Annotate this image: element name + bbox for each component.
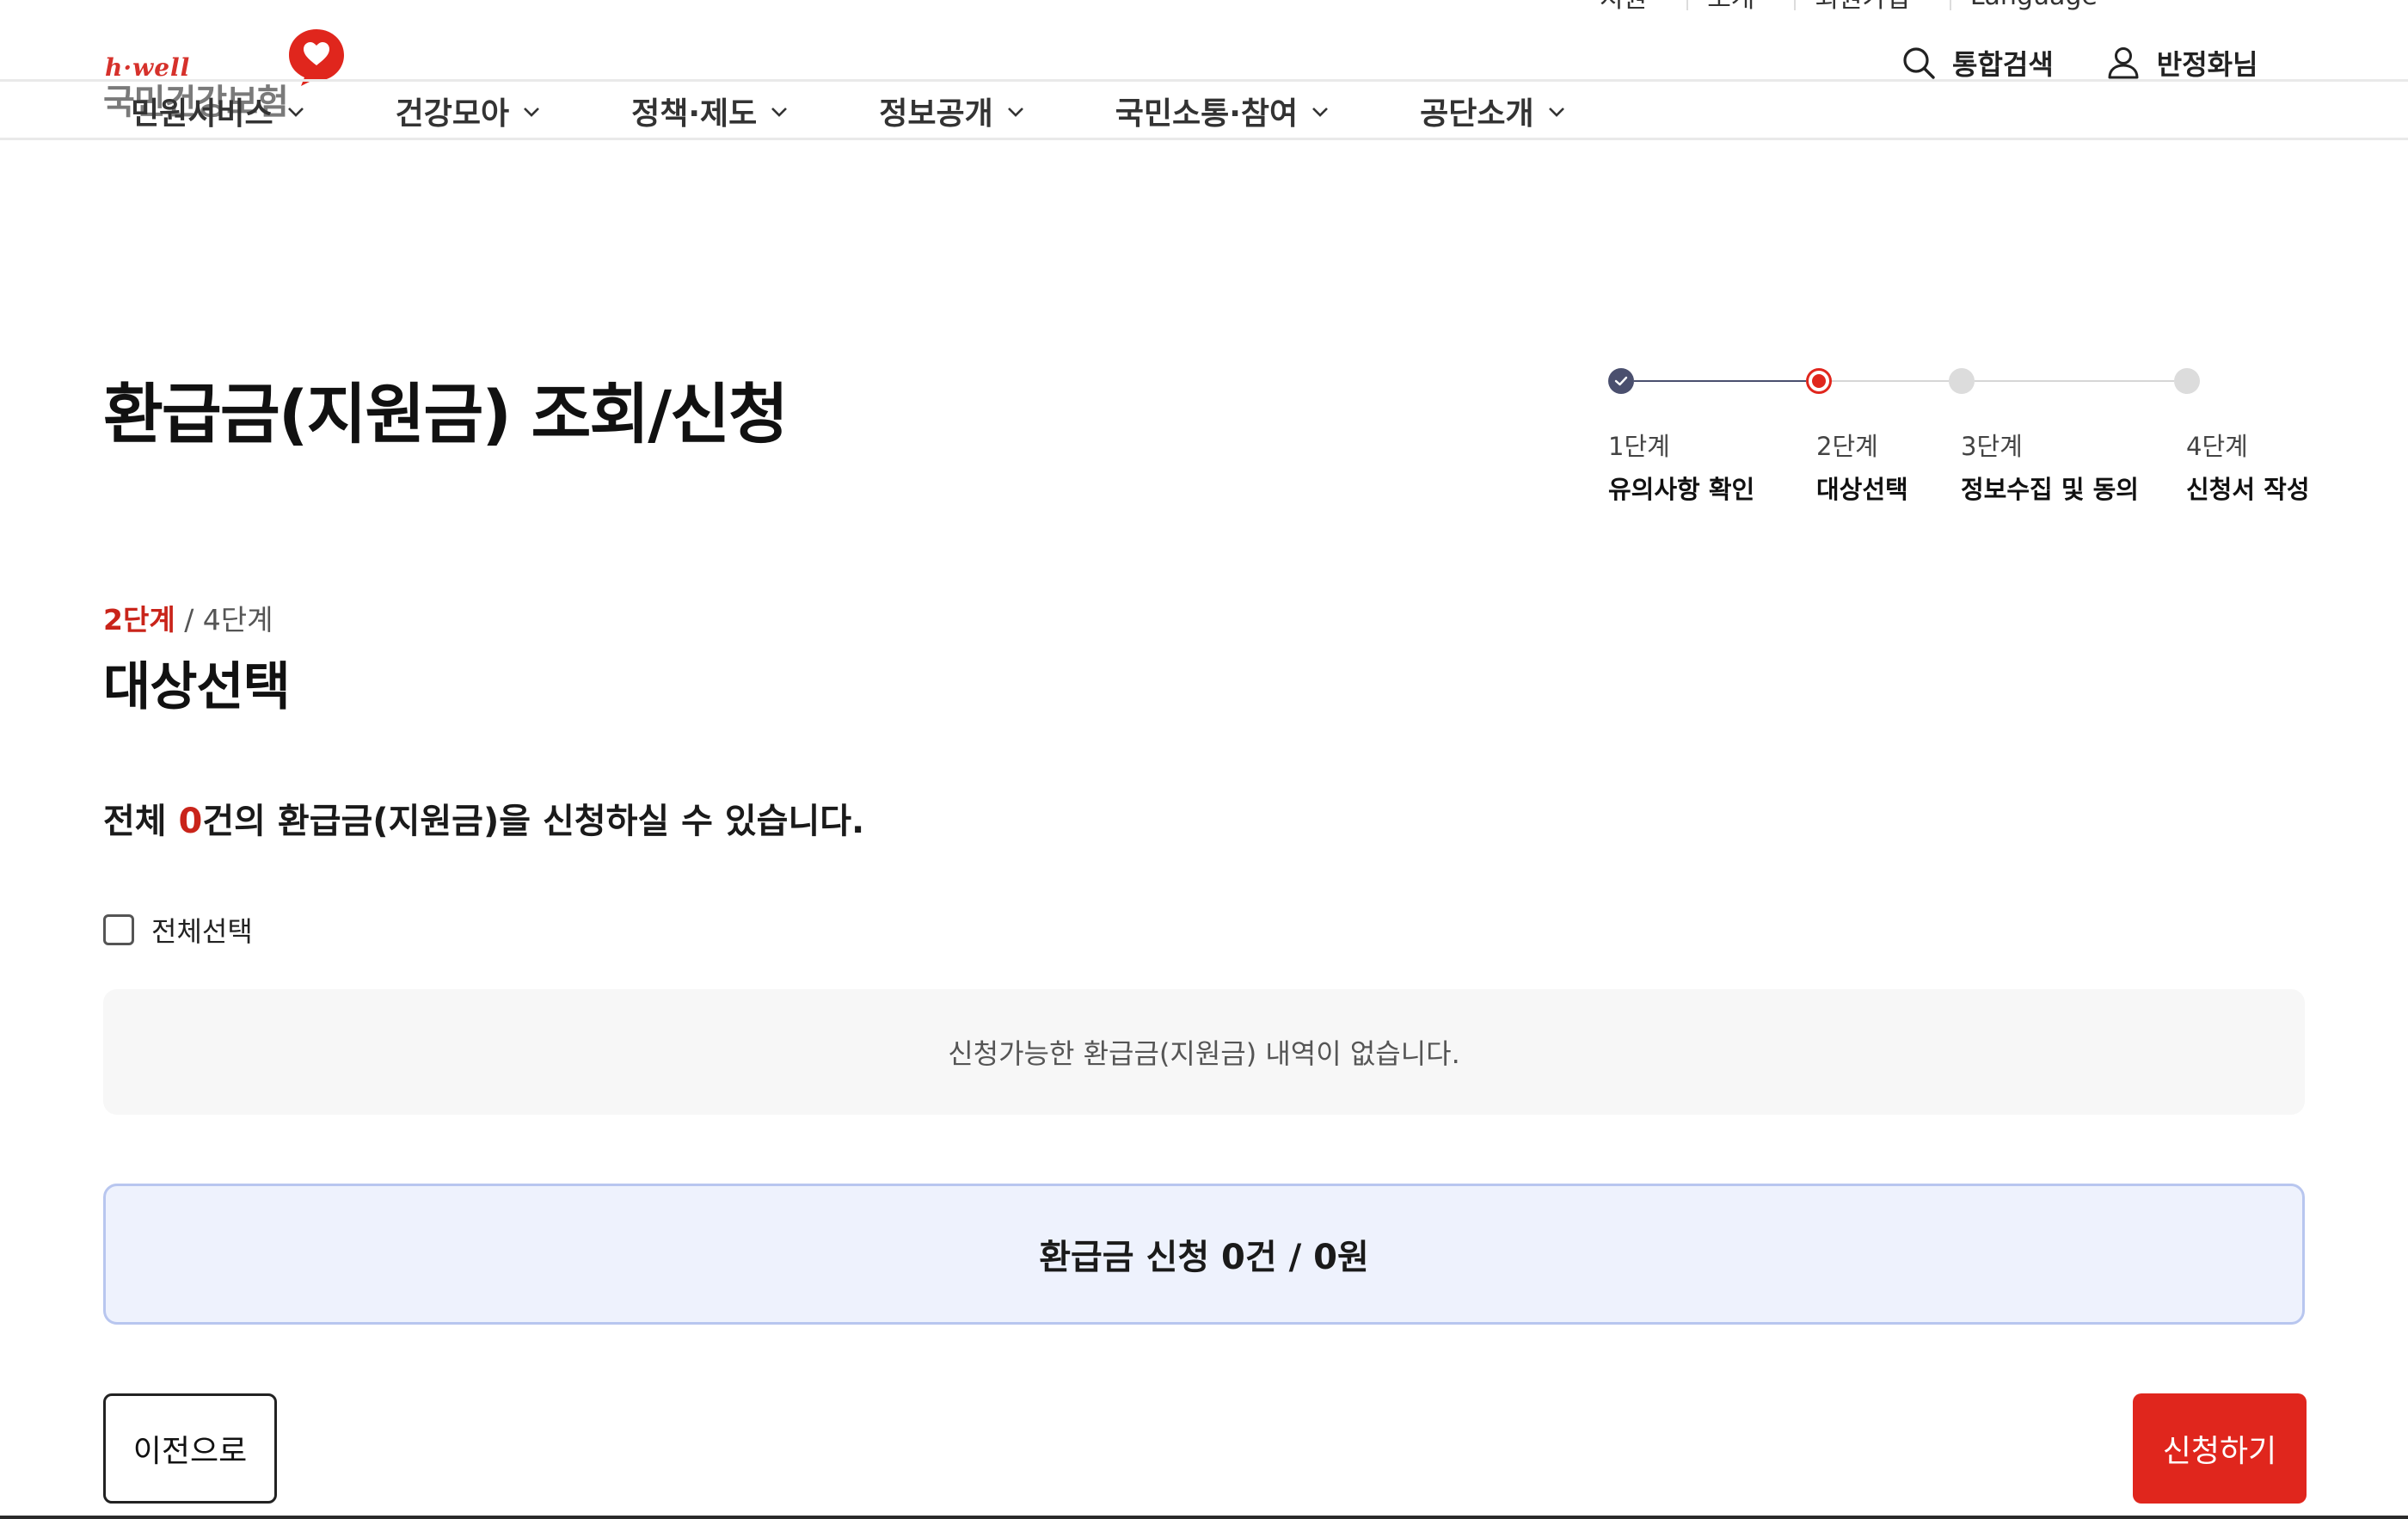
chevron-down-icon bbox=[1548, 108, 1564, 117]
chevron-down-icon bbox=[1312, 108, 1329, 117]
user-icon bbox=[2108, 47, 2139, 79]
chevron-down-icon bbox=[287, 108, 304, 117]
chevron-down-icon bbox=[1654, 0, 1668, 3]
total-step-text: / 4단계 bbox=[184, 603, 273, 637]
step-3-label: 정보수집 및 동의 bbox=[1961, 475, 2139, 504]
nav-item-label: 공단소개 bbox=[1420, 96, 1534, 132]
current-step-text: 2단계 bbox=[103, 603, 175, 637]
util-link-label: 지원 bbox=[1600, 0, 1647, 15]
chevron-down-icon bbox=[1761, 0, 1775, 3]
search-icon bbox=[1903, 47, 1935, 79]
checkbox-box[interactable] bbox=[103, 914, 134, 945]
step-connector bbox=[1832, 380, 1949, 382]
util-link-signup[interactable]: 회원가입 bbox=[1794, 0, 1949, 14]
step-3-number: 3단계 bbox=[1961, 432, 2023, 461]
search-button[interactable]: 통합검색 bbox=[1901, 43, 2054, 83]
step-3-dot bbox=[1949, 368, 1975, 394]
chevron-down-icon bbox=[771, 108, 788, 117]
step-2-label: 대상선택 bbox=[1816, 475, 1908, 504]
empty-list-message: 신청가능한 환급금(지원금) 내역이 없습니다. bbox=[103, 989, 2305, 1115]
step-indicator: 2단계 / 4단계 bbox=[103, 597, 273, 638]
page: h·well 국민건강보험 지원 소개 회원가입 Language bbox=[0, 0, 2408, 1519]
step-4-label: 신청서 작성 bbox=[2186, 475, 2310, 504]
chevron-down-icon bbox=[1007, 108, 1023, 117]
step-2-number: 2단계 bbox=[1816, 432, 1878, 461]
nav-item-label: 건강모아 bbox=[395, 96, 510, 132]
util-link-label: 회원가입 bbox=[1815, 0, 1909, 15]
check-icon bbox=[1614, 376, 1628, 386]
step-connector bbox=[1975, 380, 2174, 382]
util-link-support[interactable]: 지원 bbox=[1600, 0, 1686, 14]
utility-links: 지원 소개 회원가입 Language bbox=[1600, 0, 2137, 14]
chevron-down-icon bbox=[524, 108, 540, 117]
previous-button[interactable]: 이전으로 bbox=[103, 1393, 277, 1504]
nav-item-civil-service[interactable]: 민원서비스 bbox=[131, 89, 306, 133]
step-2-dot bbox=[1806, 368, 1832, 394]
eligible-count: 0 bbox=[178, 802, 203, 841]
main-nav: 민원서비스 건강모아 정책·제도 정보공개 국민소통·참여 공단소개 bbox=[0, 79, 2408, 140]
nav-item-label: 정책·제도 bbox=[631, 96, 758, 132]
nav-item-communication[interactable]: 국민소통·참여 bbox=[1115, 89, 1330, 133]
page-title: 환급금(지원금) 조회/신청 bbox=[103, 376, 789, 452]
step-connector bbox=[1634, 380, 1806, 382]
eligible-summary: 전체 0건의 환급금(지원금)을 신청하실 수 있습니다. bbox=[103, 793, 864, 843]
header-actions: 통합검색 반정화님 bbox=[1901, 43, 2258, 83]
nav-item-label: 민원서비스 bbox=[131, 96, 273, 132]
chevron-down-icon bbox=[1917, 0, 1931, 3]
nav-item-label: 정보공개 bbox=[879, 96, 993, 132]
apply-button[interactable]: 신청하기 bbox=[2133, 1393, 2307, 1504]
application-total: 환급금 신청 0건 / 0원 bbox=[103, 1184, 2305, 1325]
step-4-number: 4단계 bbox=[2186, 432, 2248, 461]
step-1-number: 1단계 bbox=[1608, 432, 1670, 461]
summary-suffix: 건의 환급금(지원금)을 신청하실 수 있습니다. bbox=[202, 802, 865, 841]
nav-item-about[interactable]: 공단소개 bbox=[1420, 89, 1566, 133]
main-nav-list: 민원서비스 건강모아 정책·제도 정보공개 국민소통·참여 공단소개 bbox=[131, 82, 1567, 140]
nav-item-disclosure[interactable]: 정보공개 bbox=[879, 89, 1025, 133]
progress-stepper: 1단계 유의사항 확인 2단계 대상선택 3단계 정보수집 및 동의 4단계 신… bbox=[1608, 361, 2331, 516]
step-1-dot bbox=[1608, 368, 1634, 394]
util-link-label: 소개 bbox=[1707, 0, 1754, 15]
nav-item-health[interactable]: 건강모아 bbox=[396, 89, 542, 133]
search-label: 통합검색 bbox=[1952, 48, 2054, 81]
util-link-label: Language bbox=[1970, 0, 2098, 11]
util-link-about[interactable]: 소개 bbox=[1686, 0, 1794, 14]
bottom-divider bbox=[0, 1516, 2408, 1519]
select-all-checkbox[interactable]: 전체선택 bbox=[103, 910, 253, 950]
user-name: 반정화님 bbox=[2156, 48, 2258, 81]
nav-item-policy[interactable]: 정책·제도 bbox=[631, 89, 789, 133]
step-4-dot bbox=[2174, 368, 2200, 394]
nav-item-label: 국민소통·참여 bbox=[1115, 96, 1299, 132]
section-title: 대상선택 bbox=[103, 657, 291, 717]
chevron-down-icon bbox=[2104, 0, 2118, 3]
application-total-text: 환급금 신청 0건 / 0원 bbox=[1039, 1238, 1369, 1277]
summary-prefix: 전체 bbox=[103, 802, 179, 841]
empty-message-text: 신청가능한 환급금(지원금) 내역이 없습니다. bbox=[948, 1037, 1460, 1070]
site-header: h·well 국민건강보험 지원 소개 회원가입 Language bbox=[0, 0, 2408, 140]
util-link-language[interactable]: Language bbox=[1949, 0, 2137, 11]
step-1-label: 유의사항 확인 bbox=[1608, 475, 1755, 504]
select-all-label: 전체선택 bbox=[151, 915, 253, 948]
user-menu-button[interactable]: 반정화님 bbox=[2105, 43, 2258, 83]
